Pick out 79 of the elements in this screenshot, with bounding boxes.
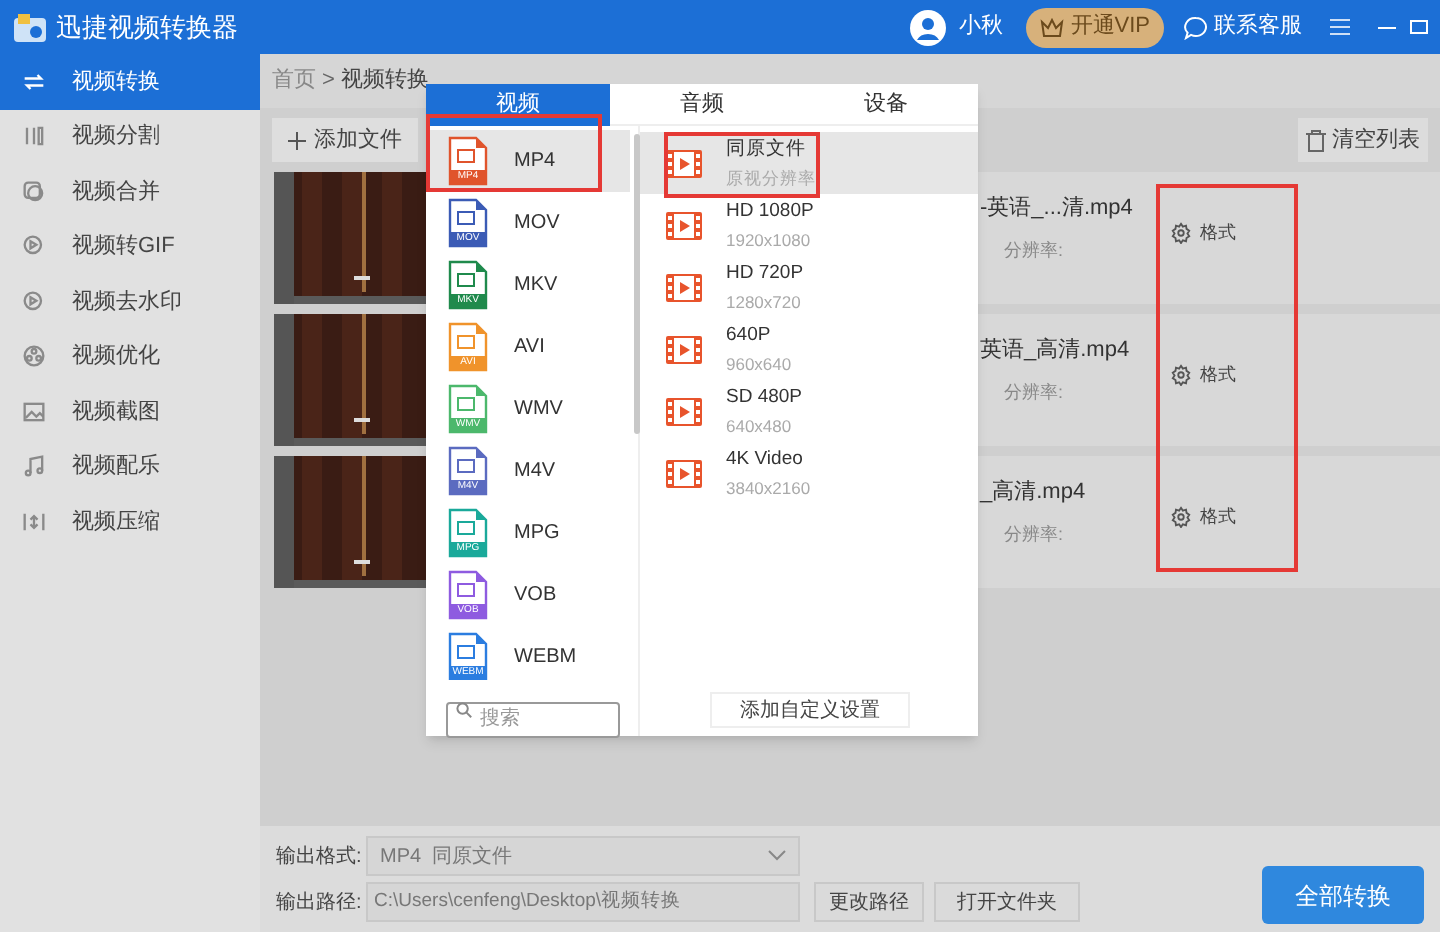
preset-option[interactable]: SD 480P 640x480 (640, 380, 978, 442)
sidebar-item[interactable]: 视频转GIF (0, 219, 260, 274)
breadcrumb-link[interactable]: 视频转换 (340, 64, 429, 98)
film-icon (664, 393, 704, 429)
sidebar-item[interactable]: 视频配乐 (0, 439, 260, 494)
preset-detail: 640x480 (726, 413, 794, 439)
preset-option[interactable]: 同原文件 原视分辨率 (640, 132, 978, 194)
preset-name: HD 720P (726, 259, 804, 287)
preset-detail: 3840x2160 (726, 475, 811, 501)
breadcrumb-separator: > (322, 66, 335, 97)
file-name: 英语_高清.mp4 (980, 335, 1132, 366)
preset-name: SD 480P (726, 383, 803, 411)
preset-name: 4K Video (726, 445, 805, 473)
popup-tab[interactable]: 音频 (610, 84, 794, 126)
preset-option[interactable]: HD 720P 1280x720 (640, 256, 978, 318)
film-icon (664, 331, 704, 367)
clear-list-button[interactable]: 清空列表 (1298, 118, 1428, 162)
sidebar-item[interactable]: 视频分割 (0, 109, 260, 164)
add-file-button[interactable]: 添加文件 (272, 118, 418, 162)
search-field[interactable]: 搜索 (446, 701, 620, 737)
vip-button[interactable]: 开通VIP (1026, 7, 1164, 47)
search-icon (456, 702, 472, 718)
tool-icon (20, 122, 48, 151)
preset-detail: 1920x1080 (726, 227, 813, 253)
film-icon (664, 455, 704, 491)
app-logo-icon (12, 11, 48, 43)
format-button[interactable]: 格式 (1170, 220, 1236, 247)
chevron-down-icon (768, 850, 786, 862)
sidebar-item[interactable]: 视频转换 (0, 54, 260, 109)
format-button[interactable]: 格式 (1170, 362, 1236, 389)
open-folder-button[interactable]: 打开文件夹 (934, 882, 1080, 922)
tool-icon (20, 397, 48, 426)
crown-icon (1040, 17, 1065, 37)
sidebar-item[interactable]: 视频去水印 (0, 274, 260, 329)
preset-name: HD 1080P (726, 197, 814, 225)
file-name: -英语_...清.mp4 (980, 194, 1135, 224)
file-name: _高清.mp4 (980, 477, 1088, 508)
preset-option[interactable]: 640P 960x640 (640, 318, 978, 380)
sidebar-item[interactable]: 视频截图 (0, 384, 260, 439)
chat-icon (1184, 15, 1208, 39)
tool-icon (20, 342, 48, 371)
film-icon (664, 269, 704, 305)
preset-option[interactable]: 4K Video 3840x2160 (640, 442, 978, 504)
preset-detail: 1280x720 (726, 289, 803, 315)
field-label: 输出路径: (276, 889, 364, 917)
avatar-icon (910, 9, 947, 45)
field-label: 输出格式: (276, 843, 364, 871)
resolution-label: 分辨率: (1004, 237, 1066, 263)
preset-detail: 原视分辨率 (726, 165, 816, 191)
sidebar-item[interactable]: 视频合并 (0, 164, 260, 219)
resolution-label: 分辨率: (1004, 379, 1066, 405)
trash-icon (1306, 129, 1326, 151)
menu-icon[interactable] (1330, 18, 1350, 36)
preset-name: 同原文件 (726, 135, 808, 163)
tool-icon (20, 177, 48, 206)
convert-all-button[interactable]: 全部转换 (1262, 866, 1424, 924)
gear-icon (1170, 506, 1192, 529)
popup-tab[interactable]: 视频 (426, 84, 610, 126)
sidebar-item[interactable]: 视频压缩 (0, 494, 260, 549)
gear-icon (1170, 364, 1192, 387)
change-path-button[interactable]: 更改路径 (814, 882, 924, 922)
window-title: 迅捷视频转换器 (56, 9, 238, 46)
format-button[interactable]: 格式 (1170, 504, 1236, 531)
gear-icon (1170, 222, 1192, 245)
film-icon (664, 207, 704, 243)
plus-icon (288, 131, 306, 149)
support-button[interactable]: 联系客服 (1184, 10, 1302, 44)
preset-detail: 960x640 (726, 351, 792, 377)
film-icon (664, 145, 704, 181)
maximize-icon[interactable] (1410, 18, 1428, 36)
tool-icon (20, 452, 48, 481)
preset-option[interactable]: HD 1080P 1920x1080 (640, 194, 978, 256)
user-name[interactable]: 小秋 (958, 10, 1003, 44)
sidebar-item[interactable]: 视频优化 (0, 329, 260, 384)
popup-tab[interactable]: 设备 (794, 84, 978, 126)
resolution-label: 分辨率: (1004, 521, 1066, 547)
preset-name: 640P (726, 321, 773, 349)
add-custom-setting-button[interactable]: 添加自定义设置 (710, 692, 910, 728)
tool-icon (20, 287, 48, 316)
